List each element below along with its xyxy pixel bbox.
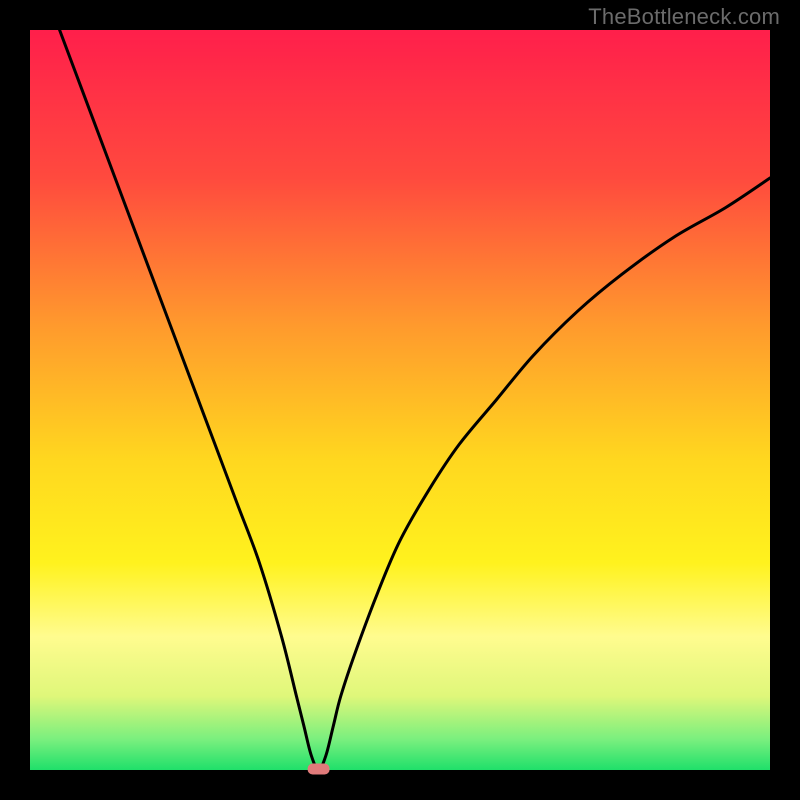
chart-frame: TheBottleneck.com (0, 0, 800, 800)
minimum-marker (308, 764, 330, 775)
plot-area (30, 30, 770, 770)
bottleneck-chart (0, 0, 800, 800)
watermark-text: TheBottleneck.com (588, 4, 780, 30)
